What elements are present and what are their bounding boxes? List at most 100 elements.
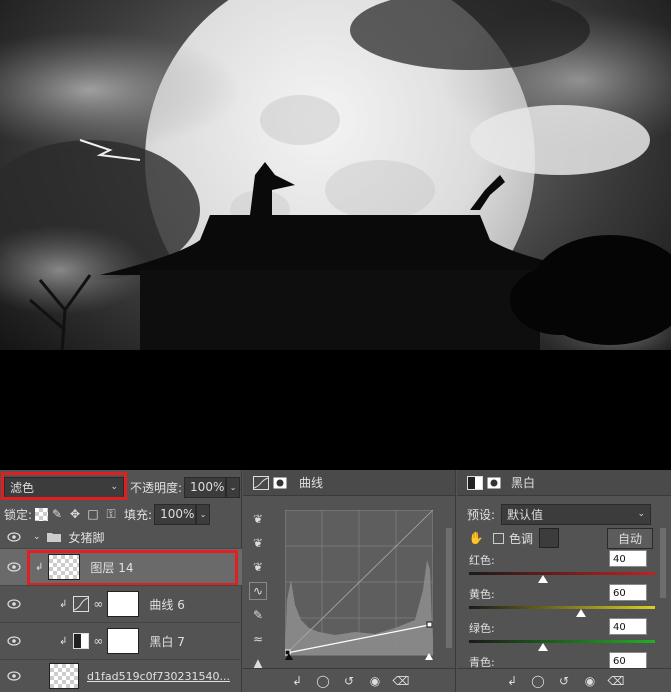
visibility-icon[interactable]: ◉	[366, 672, 384, 690]
slider-track[interactable]	[469, 606, 655, 609]
eyedropper-black-icon[interactable]: ❦	[249, 510, 267, 528]
eyedropper-white-icon[interactable]: ❦	[249, 558, 267, 576]
curves-tools: ❦ ❦ ❦ ∿ ✎ ≈ ▲	[249, 510, 271, 672]
fill-label: 填充:	[124, 507, 153, 522]
artwork-image	[0, 0, 671, 470]
scrollbar[interactable]	[660, 528, 666, 598]
group-name: 女猪脚	[68, 530, 105, 545]
mask-thumbnail	[107, 591, 140, 617]
tint-color-swatch[interactable]	[539, 528, 560, 548]
chevron-down-icon: ⌄	[637, 509, 646, 519]
layer-name[interactable]: 图层 14	[90, 559, 133, 576]
blend-row: 滤色 ⌄ 不透明度: 100% ⌄	[0, 474, 241, 500]
view-previous-icon[interactable]: ◯	[314, 672, 332, 690]
preset-select[interactable]: 默认值 ⌄	[501, 503, 652, 525]
slider-handle[interactable]	[538, 575, 549, 583]
tint-row: ✋ 色调 自动	[457, 527, 671, 549]
eye-icon[interactable]	[7, 562, 21, 572]
black-white-panel: 黑白 预设: 默认值 ⌄ ✋ 色调 自动 红色: 40 黄色: 60 绿色: 40 青色: 6…	[457, 470, 671, 692]
lock-row: 锁定: ✎ ✥ □ ⚿ 填充: 100% ⌄	[0, 502, 241, 526]
eye-icon[interactable]	[7, 532, 21, 542]
slider-label: 黄色:	[469, 588, 495, 601]
black-white-adjustment-icon	[73, 633, 90, 649]
visibility-icon[interactable]: ◉	[581, 672, 599, 690]
artboard-icon[interactable]: □	[84, 505, 102, 523]
layer-group-row[interactable]: ⌄ 女猪脚	[0, 526, 242, 548]
slider-label: 红色:	[469, 554, 495, 567]
view-previous-icon[interactable]: ◯	[529, 672, 547, 690]
layer-row[interactable]: ↲ ∞ 黑白 7	[0, 622, 242, 659]
fill-input[interactable]: 100%	[154, 503, 197, 525]
layer-name[interactable]: 黑白 7	[149, 633, 184, 650]
layer-name[interactable]: 曲线 6	[149, 596, 184, 613]
eye-icon[interactable]	[7, 671, 21, 681]
curve-graph[interactable]	[285, 510, 433, 660]
mask-icon[interactable]	[487, 477, 501, 489]
layer-row[interactable]: ↲ ∞ 曲线 6	[0, 585, 242, 622]
slider-value-input[interactable]: 60	[609, 652, 647, 669]
document-canvas[interactable]	[0, 0, 671, 470]
move-icon[interactable]: ✥	[66, 505, 84, 523]
reset-icon[interactable]: ↺	[555, 672, 573, 690]
trash-icon[interactable]: ⌫	[607, 672, 625, 690]
smooth-icon[interactable]: ≈	[249, 630, 267, 648]
slider-track[interactable]	[469, 572, 655, 575]
mask-thumbnail	[107, 628, 140, 654]
panel-footer: ↲ ◯ ↺ ◉ ⌫	[243, 668, 455, 692]
scrollbar[interactable]	[446, 528, 452, 648]
tint-checkbox[interactable]	[493, 532, 504, 544]
opacity-input[interactable]: 100%	[184, 476, 227, 498]
smart-object-thumbnail	[49, 663, 79, 689]
hand-icon[interactable]: ✋	[467, 529, 485, 547]
chevron-down-icon[interactable]: ⌄	[33, 532, 41, 542]
slider-handle[interactable]	[538, 643, 549, 651]
blend-mode-select[interactable]: 滤色 ⌄	[4, 476, 124, 498]
lock-label: 锁定:	[4, 507, 33, 522]
layer-row[interactable]: d1fad519c0f730231540...	[0, 659, 242, 692]
layers-panel: 滤色 ⌄ 不透明度: 100% ⌄ 锁定: ✎ ✥ □ ⚿ 填充: 100% ⌄…	[0, 470, 242, 692]
clip-arrow-icon: ↲	[59, 598, 68, 610]
chevron-down-icon: ⌄	[110, 482, 118, 492]
folder-icon	[46, 533, 61, 542]
layer-row-selected[interactable]: ↲ 图层 14	[0, 548, 242, 585]
lock-transparent-icon[interactable]	[35, 507, 49, 521]
clip-arrow-icon: ↲	[35, 561, 44, 573]
panel-footer: ↲ ◯ ↺ ◉ ⌫	[457, 668, 671, 692]
clip-to-layer-icon[interactable]: ↲	[288, 672, 306, 690]
black-white-adjustment-icon	[467, 475, 483, 490]
auto-button[interactable]: 自动	[607, 527, 654, 549]
layer-name[interactable]: d1fad519c0f730231540...	[87, 670, 230, 683]
reset-icon[interactable]: ↺	[340, 672, 358, 690]
slider-value-input[interactable]: 60	[609, 584, 647, 601]
slider-handle[interactable]	[575, 609, 586, 617]
panel-title: 黑白	[511, 476, 536, 490]
chain-icon[interactable]: ∞	[93, 597, 103, 611]
chain-icon[interactable]: ∞	[93, 634, 103, 648]
slider-value-input[interactable]: 40	[609, 550, 647, 567]
eyedropper-gray-icon[interactable]: ❦	[249, 534, 267, 552]
preset-label: 预设:	[467, 507, 496, 522]
slider-value-input[interactable]: 40	[609, 618, 647, 635]
panel-title: 曲线	[299, 476, 324, 490]
slider-label: 绿色:	[469, 622, 495, 635]
eye-icon[interactable]	[7, 599, 21, 609]
clip-to-layer-icon[interactable]: ↲	[503, 672, 521, 690]
opacity-dropdown[interactable]: ⌄	[226, 476, 241, 498]
tint-label: 色调	[509, 531, 534, 546]
blend-mode-value: 滤色	[10, 480, 35, 495]
preset-value: 默认值	[507, 507, 544, 522]
curves-adjustment-icon	[253, 475, 269, 490]
fill-dropdown[interactable]: ⌄	[196, 503, 211, 525]
curves-adjustment-icon	[73, 596, 90, 612]
panel-header: 黑白	[457, 470, 671, 496]
trash-icon[interactable]: ⌫	[392, 672, 410, 690]
lock-icon[interactable]: ⚿	[102, 505, 120, 523]
pencil-icon[interactable]: ✎	[249, 606, 267, 624]
slider-track[interactable]	[469, 640, 655, 643]
properties-panel: 曲线 ❦ ❦ ❦ ∿ ✎ ≈ ▲ ↲ ◯ ↺ ◉ ⌫	[243, 470, 456, 692]
curve-point-icon[interactable]: ∿	[249, 582, 267, 600]
layer-thumbnail	[48, 554, 81, 580]
mask-icon[interactable]	[273, 477, 287, 489]
eye-icon[interactable]	[7, 636, 21, 646]
brush-icon[interactable]: ✎	[48, 505, 66, 523]
